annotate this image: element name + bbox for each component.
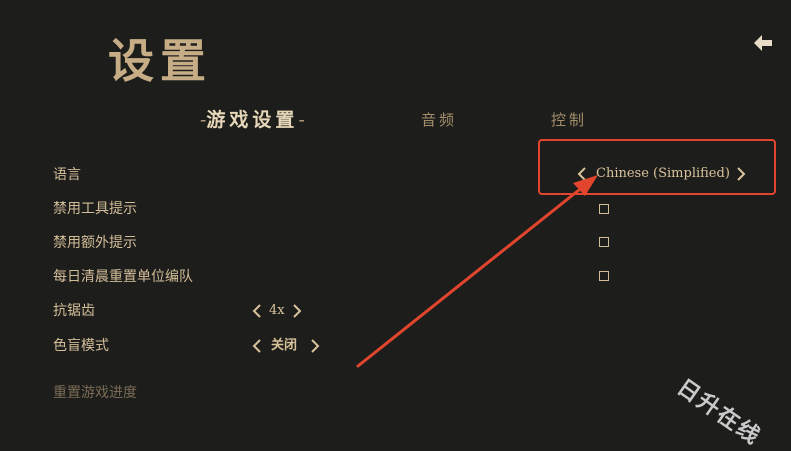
annotation-arrow-icon (356, 175, 598, 368)
